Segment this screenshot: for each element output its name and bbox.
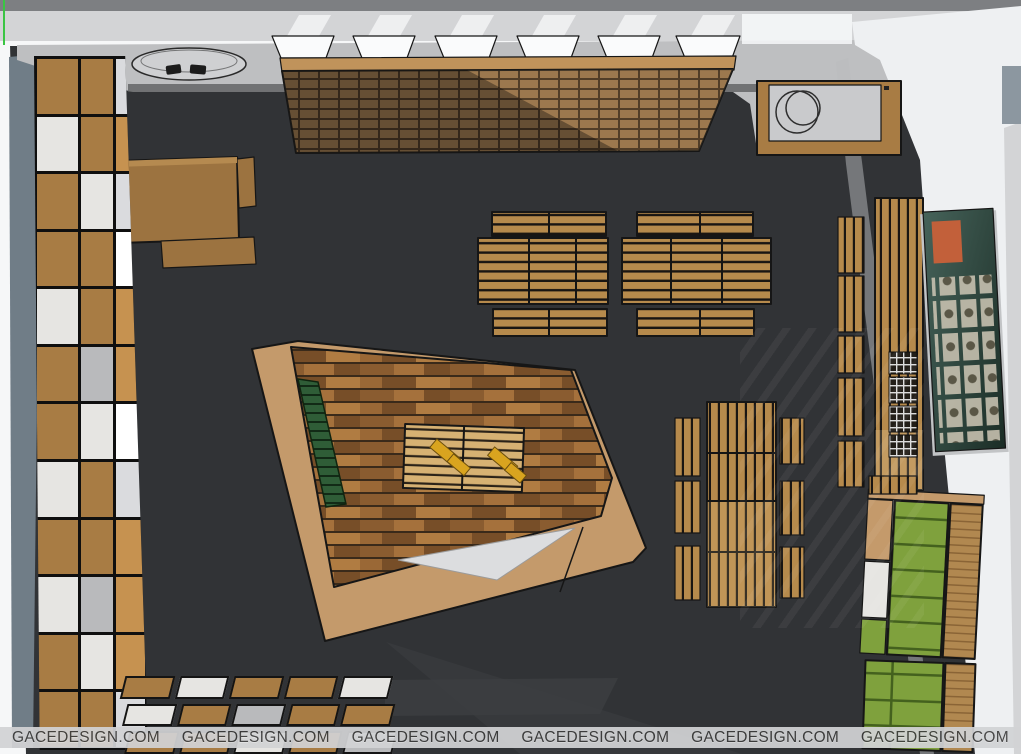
shelf-cell bbox=[231, 704, 286, 727]
table-seam bbox=[670, 238, 672, 304]
bench-left bbox=[675, 418, 700, 476]
shelf-cell bbox=[81, 577, 113, 632]
shelf-cell bbox=[338, 676, 393, 699]
shelf-cell bbox=[37, 404, 78, 459]
table-group-a bbox=[478, 212, 608, 336]
watermark-text: GACEDESIGN.COM bbox=[182, 729, 330, 747]
skylight-3 bbox=[435, 36, 497, 58]
table-seam bbox=[721, 238, 723, 304]
shelf-row bbox=[37, 347, 145, 402]
bench-seam bbox=[699, 309, 701, 336]
slat-feature-panel bbox=[280, 56, 736, 153]
shelf-cell bbox=[340, 704, 395, 727]
shelf-cell bbox=[81, 289, 113, 344]
shelf-cell bbox=[229, 676, 284, 699]
bench-seam bbox=[548, 212, 550, 236]
skylight-2 bbox=[353, 36, 415, 58]
bench-seam bbox=[699, 212, 701, 236]
shelf-cell bbox=[116, 520, 145, 575]
watermark-text: GACEDESIGN.COM bbox=[12, 729, 160, 747]
shelf-cell bbox=[81, 462, 113, 517]
desk-return-bottom bbox=[161, 237, 256, 268]
shelf-cell bbox=[37, 462, 78, 517]
poster-orange-label bbox=[932, 220, 963, 263]
shelf-cell bbox=[81, 635, 113, 690]
wall-poster bbox=[920, 208, 1009, 456]
bench-seam bbox=[548, 309, 550, 336]
wall-bench bbox=[838, 217, 864, 273]
shelf-row bbox=[120, 676, 394, 699]
watermark-text: GACEDESIGN.COM bbox=[521, 729, 669, 747]
bench-left bbox=[675, 481, 700, 533]
shelf-cell bbox=[37, 174, 78, 229]
table bbox=[622, 238, 771, 304]
watermark-bar: GACEDESIGN.COM GACEDESIGN.COM GACEDESIGN… bbox=[0, 727, 1021, 748]
shelf-cell bbox=[37, 232, 78, 287]
table bbox=[478, 238, 608, 304]
shelf-row bbox=[37, 577, 145, 632]
locker-wood-side bbox=[943, 504, 983, 659]
render-stage: GACEDESIGN.COM GACEDESIGN.COM GACEDESIGN… bbox=[0, 0, 1021, 754]
wall-bench bbox=[838, 276, 864, 332]
appliance-box bbox=[757, 81, 901, 155]
shelf-row bbox=[37, 232, 145, 287]
shelf-row bbox=[122, 704, 396, 727]
bench-bottom bbox=[637, 309, 754, 336]
floor-streaks bbox=[740, 328, 924, 628]
shelf-cell bbox=[37, 520, 78, 575]
bench-left bbox=[675, 546, 700, 600]
shelf-cell bbox=[81, 347, 113, 402]
axis-line bbox=[3, 0, 5, 45]
desk-top bbox=[117, 157, 239, 243]
table-seam bbox=[528, 238, 530, 304]
stool-icon bbox=[190, 64, 207, 74]
shelf-cell bbox=[284, 676, 339, 699]
shelf-cell bbox=[37, 289, 78, 344]
shelf-cell bbox=[120, 676, 175, 699]
shelf-cell bbox=[81, 520, 113, 575]
shelf-row bbox=[37, 404, 145, 459]
platform-table-set bbox=[403, 424, 528, 492]
desk-return-right bbox=[237, 157, 256, 208]
ceiling-oval-feature bbox=[132, 48, 246, 80]
skylight-4 bbox=[517, 36, 579, 58]
shelf-row bbox=[37, 462, 145, 517]
shelf-cell bbox=[286, 704, 341, 727]
watermark-text: GACEDESIGN.COM bbox=[691, 729, 839, 747]
ceiling-oval bbox=[132, 48, 246, 80]
shelf-cell bbox=[122, 704, 177, 727]
shelf-cell bbox=[81, 117, 113, 172]
shelf-row bbox=[37, 520, 145, 575]
appliance-knob-icon bbox=[884, 86, 889, 90]
table-group-b bbox=[622, 212, 771, 336]
shelf-cell bbox=[37, 347, 78, 402]
skylight-6 bbox=[676, 36, 740, 58]
shelf-cell bbox=[81, 404, 113, 459]
shelf-cell bbox=[176, 704, 231, 727]
shelf-cell bbox=[116, 577, 145, 632]
right-wall-accent bbox=[1002, 66, 1021, 124]
shelf-cell bbox=[81, 59, 113, 114]
table-seam bbox=[575, 238, 577, 304]
shelf-cell bbox=[81, 232, 113, 287]
shelf-cell bbox=[37, 117, 78, 172]
shelf-cell bbox=[37, 635, 78, 690]
poster-photo-grid bbox=[931, 275, 1000, 444]
skylight-1 bbox=[272, 36, 334, 58]
bench-top bbox=[637, 212, 753, 236]
skylight-5 bbox=[598, 36, 660, 58]
shelf-cell bbox=[174, 676, 229, 699]
watermark-text: GACEDESIGN.COM bbox=[352, 729, 500, 747]
shelf-cell bbox=[37, 59, 78, 114]
shelf-row bbox=[37, 289, 145, 344]
shelf-cell bbox=[37, 577, 78, 632]
shelf-row bbox=[37, 174, 145, 229]
wall-highlight bbox=[742, 14, 852, 44]
top-wall-strip bbox=[0, 0, 1021, 11]
watermark-text: GACEDESIGN.COM bbox=[861, 729, 1009, 747]
shelf-cell bbox=[81, 174, 113, 229]
